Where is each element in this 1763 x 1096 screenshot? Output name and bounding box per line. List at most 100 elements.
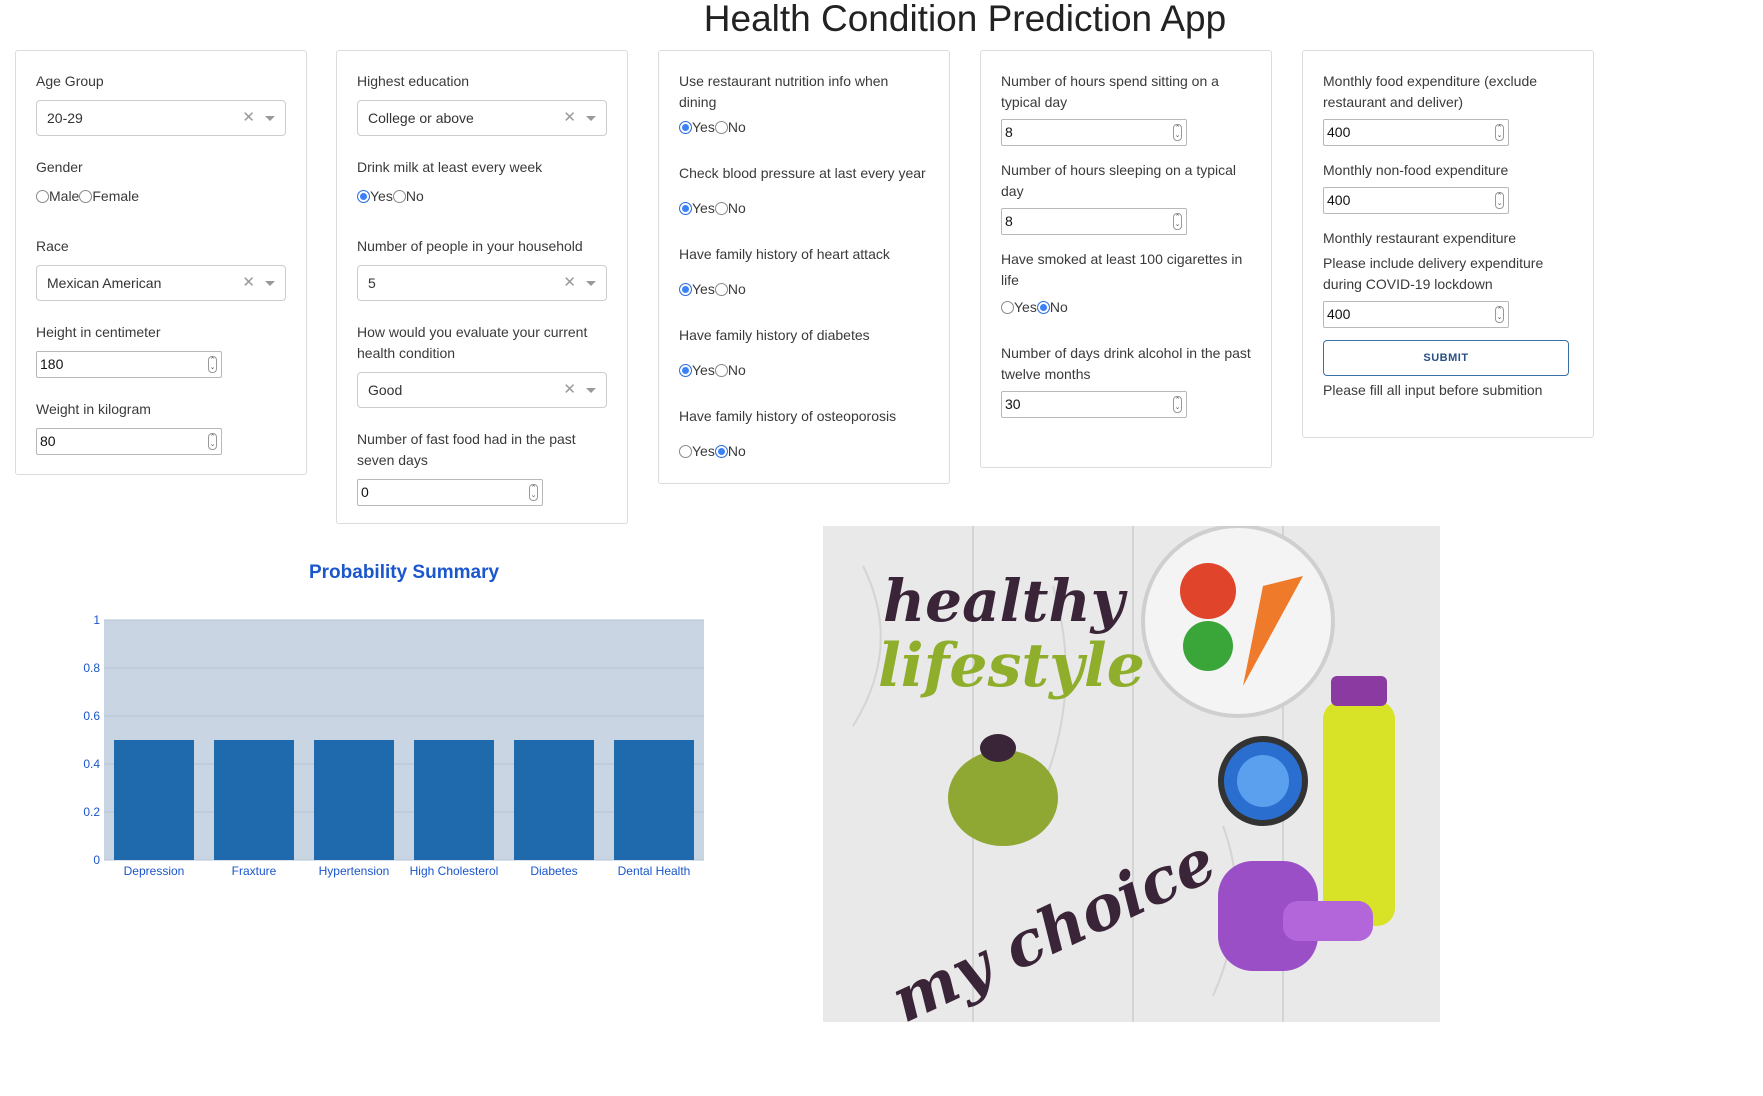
restaurant-info-radio-group: Yes No	[679, 117, 929, 137]
radio-checked-icon[interactable]	[679, 201, 692, 215]
heart-attack-no-radio[interactable]: No	[714, 281, 746, 297]
stepper-icon[interactable]: ⌃ ⌄	[208, 433, 217, 450]
radio-icon[interactable]	[714, 282, 728, 296]
milk-yes-radio[interactable]: Yes	[357, 188, 393, 204]
chevron-down-icon[interactable]	[586, 281, 596, 286]
clear-icon[interactable]: ✕	[242, 101, 255, 135]
smoked-no-radio[interactable]: No	[1036, 299, 1068, 315]
fastfood-value: 0	[361, 484, 369, 500]
stepper-icon[interactable]: ⌃ ⌄	[1173, 396, 1182, 413]
restaurant-info-no-radio[interactable]: No	[714, 119, 746, 135]
y-tick-label: 0.6	[83, 709, 100, 723]
stepper-icon[interactable]: ⌃ ⌄	[1495, 192, 1504, 209]
age-group-select[interactable]: 20-29 ✕	[36, 100, 286, 136]
y-tick-label: 0.8	[83, 661, 100, 675]
sitting-input[interactable]: 8 ⌃ ⌄	[1001, 119, 1187, 146]
submit-button[interactable]: SUBMIT	[1323, 340, 1569, 376]
weight-input[interactable]: 80 ⌃ ⌄	[36, 428, 222, 455]
radio-icon[interactable]	[714, 363, 728, 377]
race-select[interactable]: Mexican American ✕	[36, 265, 286, 301]
fastfood-label: Number of fast food had in the past seve…	[357, 431, 576, 468]
restaurant-expenditure-note: Please include delivery expenditure duri…	[1323, 255, 1544, 292]
radio-checked-icon[interactable]	[679, 120, 692, 134]
sleeping-input[interactable]: 8 ⌃ ⌄	[1001, 208, 1187, 235]
osteoporosis-yes-radio[interactable]: Yes	[679, 443, 715, 459]
sleeping-label: Number of hours sleeping on a typical da…	[1001, 162, 1237, 199]
restaurant-expenditure-value: 400	[1327, 306, 1351, 322]
smoked-yes-radio[interactable]: Yes	[1001, 299, 1037, 315]
radio-checked-icon[interactable]	[679, 363, 692, 377]
stepper-icon[interactable]: ⌃ ⌄	[1173, 124, 1182, 141]
radio-label: Yes	[692, 443, 715, 459]
osteoporosis-no-radio[interactable]: No	[714, 443, 746, 459]
vegetable-plate-icon	[1141, 526, 1335, 718]
radio-icon[interactable]	[714, 201, 728, 215]
health-value: Good	[368, 382, 403, 398]
radio-checked-icon[interactable]	[679, 282, 692, 296]
alarm-clock-icon	[1218, 736, 1308, 826]
x-tick-label: Fraxture	[232, 864, 277, 878]
probability-bar-chart: 0 0.2 0.4 0.6 0.8 1 Depression Fraxture Hyperten…	[83, 613, 704, 878]
blood-pressure-yes-radio[interactable]: Yes	[679, 200, 715, 216]
height-input[interactable]: 180 ⌃ ⌄	[36, 351, 222, 378]
stepper-icon[interactable]: ⌃ ⌄	[529, 484, 538, 501]
food-expenditure-input[interactable]: 400 ⌃ ⌄	[1323, 119, 1509, 146]
food-expenditure-value: 400	[1327, 124, 1351, 140]
restaurant-expenditure-input[interactable]: 400 ⌃ ⌄	[1323, 301, 1509, 328]
nonfood-expenditure-input[interactable]: 400 ⌃ ⌄	[1323, 187, 1509, 214]
stepper-icon[interactable]: ⌃ ⌄	[208, 356, 217, 373]
radio-icon[interactable]	[79, 189, 93, 203]
x-tick-label: Dental Health	[618, 864, 691, 878]
submit-hint: Please fill all input before submition	[1323, 382, 1543, 398]
chevron-down-icon[interactable]	[265, 116, 275, 121]
radio-checked-icon[interactable]	[714, 444, 728, 458]
clear-icon[interactable]: ✕	[563, 266, 576, 300]
restaurant-info-yes-radio[interactable]: Yes	[679, 119, 715, 135]
household-select[interactable]: 5 ✕	[357, 265, 607, 301]
education-select[interactable]: College or above ✕	[357, 100, 607, 136]
heart-attack-yes-radio[interactable]: Yes	[679, 281, 715, 297]
alcohol-input[interactable]: 30 ⌃ ⌄	[1001, 391, 1187, 418]
radio-label: No	[405, 188, 424, 204]
weight-label: Weight in kilogram	[36, 401, 151, 417]
restaurant-info-label: Use restaurant nutrition info when dinin…	[679, 73, 889, 110]
stepper-icon[interactable]: ⌃ ⌄	[1495, 124, 1504, 141]
y-tick-label: 0.4	[83, 757, 100, 771]
radio-checked-icon[interactable]	[1036, 300, 1050, 314]
radio-icon[interactable]	[1001, 300, 1014, 314]
nonfood-expenditure-label: Monthly non-food expenditure	[1323, 162, 1509, 178]
stepper-icon[interactable]: ⌃ ⌄	[1495, 306, 1504, 323]
milk-no-radio[interactable]: No	[392, 188, 424, 204]
diabetes-history-yes-radio[interactable]: Yes	[679, 362, 715, 378]
alcohol-label: Number of days drink alcohol in the past…	[1001, 345, 1251, 382]
blood-pressure-no-radio[interactable]: No	[714, 200, 746, 216]
diabetes-history-no-radio[interactable]: No	[714, 362, 746, 378]
milk-label: Drink milk at least every week	[357, 159, 543, 175]
bar	[414, 740, 494, 860]
radio-icon[interactable]	[392, 189, 406, 203]
clear-icon[interactable]: ✕	[242, 266, 255, 300]
stepper-icon[interactable]: ⌃ ⌄	[1173, 213, 1182, 230]
radio-checked-icon[interactable]	[357, 189, 370, 203]
osteoporosis-label: Have family history of osteoporosis	[679, 408, 897, 424]
radio-icon[interactable]	[679, 444, 692, 458]
diabetes-history-label: Have family history of diabetes	[679, 327, 870, 343]
heart-attack-radio-group: Yes No	[679, 279, 929, 299]
health-select[interactable]: Good ✕	[357, 372, 607, 408]
clear-icon[interactable]: ✕	[563, 101, 576, 135]
chevron-down-icon[interactable]	[586, 116, 596, 121]
card-habits: Number of hours spend sitting on a typic…	[980, 50, 1272, 468]
y-tick-label: 1	[93, 613, 100, 627]
healthy-lifestyle-poster: healthy lifestyle my choice	[823, 526, 1440, 1022]
gender-radio-group: Male Female	[36, 186, 286, 206]
radio-icon[interactable]	[714, 120, 728, 134]
radio-icon[interactable]	[36, 189, 49, 203]
chevron-down-icon[interactable]	[265, 281, 275, 286]
fastfood-input[interactable]: 0 ⌃ ⌄	[357, 479, 543, 506]
gender-male-radio[interactable]: Male	[36, 188, 79, 204]
chevron-down-icon[interactable]	[586, 388, 596, 393]
gender-female-radio[interactable]: Female	[79, 188, 139, 204]
restaurant-expenditure-label: Monthly restaurant expenditure	[1323, 230, 1516, 246]
milk-radio-group: Yes No	[357, 186, 607, 206]
clear-icon[interactable]: ✕	[563, 373, 576, 407]
